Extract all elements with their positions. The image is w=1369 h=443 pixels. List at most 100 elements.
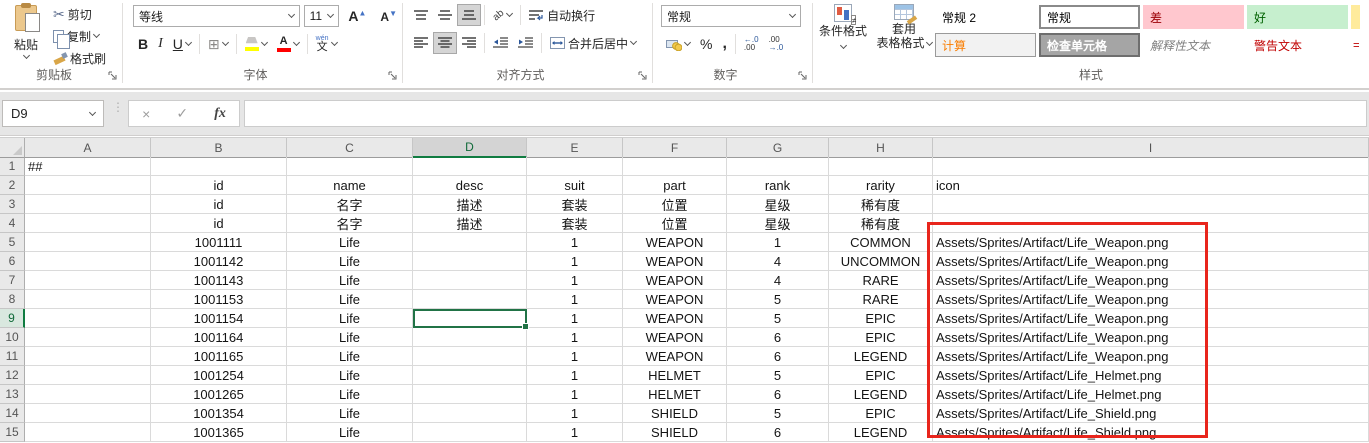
column-header-H[interactable]: H bbox=[829, 138, 933, 158]
align-center-button[interactable] bbox=[433, 32, 457, 54]
cell-G13[interactable]: 6 bbox=[727, 385, 829, 404]
cell-C7[interactable]: Life bbox=[287, 271, 413, 290]
alignment-dialog-launcher[interactable] bbox=[638, 71, 648, 81]
cell-F3[interactable]: 位置 bbox=[623, 195, 727, 214]
align-right-button[interactable] bbox=[457, 32, 481, 54]
cell-H9[interactable]: EPIC bbox=[829, 309, 933, 328]
cell-C5[interactable]: Life bbox=[287, 233, 413, 252]
cell-H12[interactable]: EPIC bbox=[829, 366, 933, 385]
cell-C15[interactable]: Life bbox=[287, 423, 413, 442]
bold-button[interactable]: B bbox=[133, 33, 153, 55]
cancel-button[interactable]: × bbox=[142, 106, 150, 122]
cell-F6[interactable]: WEAPON bbox=[623, 252, 727, 271]
cell-E6[interactable]: 1 bbox=[527, 252, 623, 271]
row-header-9[interactable]: 9 bbox=[0, 309, 25, 328]
row-header-7[interactable]: 7 bbox=[0, 271, 25, 290]
cell-B11[interactable]: 1001165 bbox=[151, 347, 287, 366]
cell-E2[interactable]: suit bbox=[527, 176, 623, 195]
row-header-15[interactable]: 15 bbox=[0, 423, 25, 442]
cell-G5[interactable]: 1 bbox=[727, 233, 829, 252]
cell-style-chip-r1-1[interactable]: 常规 2 bbox=[935, 5, 1036, 29]
cell-F7[interactable]: WEAPON bbox=[623, 271, 727, 290]
cell-C13[interactable]: Life bbox=[287, 385, 413, 404]
cell-A3[interactable] bbox=[25, 195, 151, 214]
cell-F1[interactable] bbox=[623, 157, 727, 176]
merge-center-button[interactable]: 合并后居中 bbox=[545, 32, 641, 54]
column-header-F[interactable]: F bbox=[623, 138, 727, 158]
cell-G4[interactable]: 星级 bbox=[727, 214, 829, 233]
cell-E10[interactable]: 1 bbox=[527, 328, 623, 347]
cell-F10[interactable]: WEAPON bbox=[623, 328, 727, 347]
font-name-combo[interactable]: 等线 bbox=[133, 5, 300, 27]
clipboard-dialog-launcher[interactable] bbox=[108, 71, 118, 81]
column-header-A[interactable]: A bbox=[25, 138, 151, 158]
cell-B7[interactable]: 1001143 bbox=[151, 271, 287, 290]
cell-E5[interactable]: 1 bbox=[527, 233, 623, 252]
cell-F4[interactable]: 位置 bbox=[623, 214, 727, 233]
cell-H1[interactable] bbox=[829, 157, 933, 176]
cell-F8[interactable]: WEAPON bbox=[623, 290, 727, 309]
cell-C3[interactable]: 名字 bbox=[287, 195, 413, 214]
cell-G12[interactable]: 5 bbox=[727, 366, 829, 385]
cell-G3[interactable]: 星级 bbox=[727, 195, 829, 214]
cell-A4[interactable] bbox=[25, 214, 151, 233]
row-header-6[interactable]: 6 bbox=[0, 252, 25, 271]
increase-decimal-button[interactable]: ←.0.00 bbox=[739, 33, 764, 55]
cell-F5[interactable]: WEAPON bbox=[623, 233, 727, 252]
cell-A14[interactable] bbox=[25, 404, 151, 423]
cell-H2[interactable]: rarity bbox=[829, 176, 933, 195]
cell-F9[interactable]: WEAPON bbox=[623, 309, 727, 328]
column-header-D[interactable]: D bbox=[413, 138, 527, 158]
underline-button[interactable]: U bbox=[168, 33, 196, 55]
cell-E15[interactable]: 1 bbox=[527, 423, 623, 442]
row-header-10[interactable]: 10 bbox=[0, 328, 25, 347]
formula-bar-grip[interactable]: ⋮ bbox=[112, 104, 124, 110]
number-format-combo[interactable]: 常规 bbox=[661, 5, 801, 27]
cell-H13[interactable]: LEGEND bbox=[829, 385, 933, 404]
cell-D5[interactable] bbox=[413, 233, 527, 252]
copy-button[interactable]: 复制 bbox=[48, 25, 111, 47]
row-header-13[interactable]: 13 bbox=[0, 385, 25, 404]
cell-D6[interactable] bbox=[413, 252, 527, 271]
column-header-C[interactable]: C bbox=[287, 138, 413, 158]
italic-button[interactable]: I bbox=[153, 33, 168, 55]
cell-H6[interactable]: UNCOMMON bbox=[829, 252, 933, 271]
cell-D13[interactable] bbox=[413, 385, 527, 404]
wrap-text-button[interactable]: 自动换行 bbox=[524, 4, 600, 26]
cell-E9[interactable]: 1 bbox=[527, 309, 623, 328]
font-size-combo[interactable]: 11 bbox=[304, 5, 340, 27]
align-bottom-button[interactable] bbox=[457, 4, 481, 26]
cell-A13[interactable] bbox=[25, 385, 151, 404]
cell-E1[interactable] bbox=[527, 157, 623, 176]
cell-E7[interactable]: 1 bbox=[527, 271, 623, 290]
cell-H4[interactable]: 稀有度 bbox=[829, 214, 933, 233]
cell-style-chip-r2-4[interactable]: 警告文本 bbox=[1247, 33, 1348, 57]
cell-A5[interactable] bbox=[25, 233, 151, 252]
cell-A10[interactable] bbox=[25, 328, 151, 347]
increase-indent-button[interactable] bbox=[513, 32, 538, 54]
cell-C6[interactable]: Life bbox=[287, 252, 413, 271]
cell-A15[interactable] bbox=[25, 423, 151, 442]
cell-B4[interactable]: id bbox=[151, 214, 287, 233]
cell-G8[interactable]: 5 bbox=[727, 290, 829, 309]
cell-E8[interactable]: 1 bbox=[527, 290, 623, 309]
shrink-font-button[interactable]: A▼ bbox=[375, 5, 402, 27]
cell-G14[interactable]: 5 bbox=[727, 404, 829, 423]
cell-G7[interactable]: 4 bbox=[727, 271, 829, 290]
cell-D12[interactable] bbox=[413, 366, 527, 385]
cell-G11[interactable]: 6 bbox=[727, 347, 829, 366]
row-header-2[interactable]: 2 bbox=[0, 176, 25, 195]
cell-B8[interactable]: 1001153 bbox=[151, 290, 287, 309]
cell-D4[interactable]: 描述 bbox=[413, 214, 527, 233]
decrease-indent-button[interactable] bbox=[488, 32, 513, 54]
cell-D2[interactable]: desc bbox=[413, 176, 527, 195]
cell-G10[interactable]: 6 bbox=[727, 328, 829, 347]
cell-D10[interactable] bbox=[413, 328, 527, 347]
font-color-button[interactable]: A bbox=[272, 33, 304, 55]
cell-H11[interactable]: LEGEND bbox=[829, 347, 933, 366]
cell-H10[interactable]: EPIC bbox=[829, 328, 933, 347]
row-header-3[interactable]: 3 bbox=[0, 195, 25, 214]
column-header-I[interactable]: I bbox=[933, 138, 1369, 158]
cell-D15[interactable] bbox=[413, 423, 527, 442]
row-header-4[interactable]: 4 bbox=[0, 214, 25, 233]
